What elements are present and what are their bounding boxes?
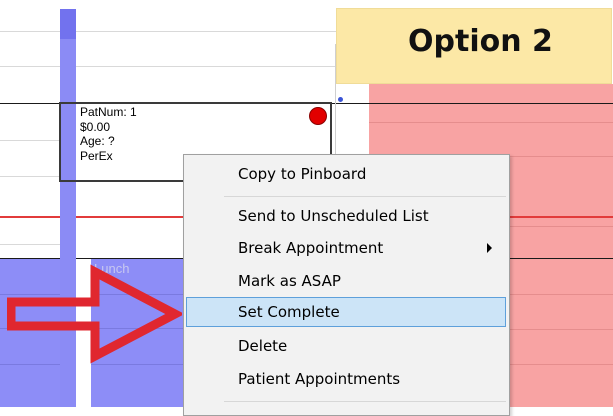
- grid-line: [0, 176, 60, 177]
- menu-item-delete[interactable]: Delete: [186, 331, 506, 361]
- menu-item-label: Delete: [238, 337, 288, 355]
- menu-separator: [224, 401, 506, 402]
- appointment-fee: $0.00: [80, 119, 111, 134]
- menu-item-patient-appointments[interactable]: Patient Appointments: [186, 364, 506, 394]
- appointment-patnum: PatNum: 1: [80, 105, 137, 119]
- provider-bar-cap: [60, 9, 76, 39]
- menu-item-label: Mark as ASAP: [238, 272, 341, 290]
- menu-item-mark-as-asap[interactable]: Mark as ASAP: [186, 266, 506, 296]
- grid-line: [0, 140, 60, 141]
- menu-item-send-to-unscheduled-list[interactable]: Send to Unscheduled List: [186, 201, 506, 231]
- context-menu: Copy to Pinboard Send to Unscheduled Lis…: [183, 154, 510, 416]
- appointment-procedure: PerEx: [80, 148, 113, 163]
- menu-item-break-appointment[interactable]: Break Appointment: [186, 233, 506, 263]
- option-callout: Option 2: [336, 8, 612, 84]
- menu-item-label: Copy to Pinboard: [238, 165, 367, 183]
- triangle-right-icon: [487, 243, 492, 253]
- menu-item-copy-to-pinboard[interactable]: Copy to Pinboard: [186, 159, 506, 189]
- grid-line: [0, 66, 336, 67]
- menu-separator: [224, 196, 506, 197]
- appointment-age: Age: ?: [80, 134, 115, 148]
- blue-marker-icon: [338, 97, 343, 102]
- appointment-details: PatNum: 1 $0.00 Age: ? PerEx: [80, 105, 137, 163]
- red-outline-right-arrow-icon: [7, 264, 182, 364]
- option-label-text: Option 2: [408, 24, 553, 59]
- menu-item-label: Break Appointment: [238, 239, 384, 257]
- menu-item-label: Set Complete: [238, 303, 340, 321]
- menu-item-label: Send to Unscheduled List: [238, 207, 429, 225]
- red-dot-icon: [309, 107, 327, 125]
- menu-item-label: Patient Appointments: [238, 370, 401, 388]
- appointment-provider-strip: [61, 104, 76, 180]
- menu-item-set-complete[interactable]: Set Complete: [186, 297, 506, 327]
- grid-line: [0, 31, 336, 32]
- grid-line: [0, 244, 60, 245]
